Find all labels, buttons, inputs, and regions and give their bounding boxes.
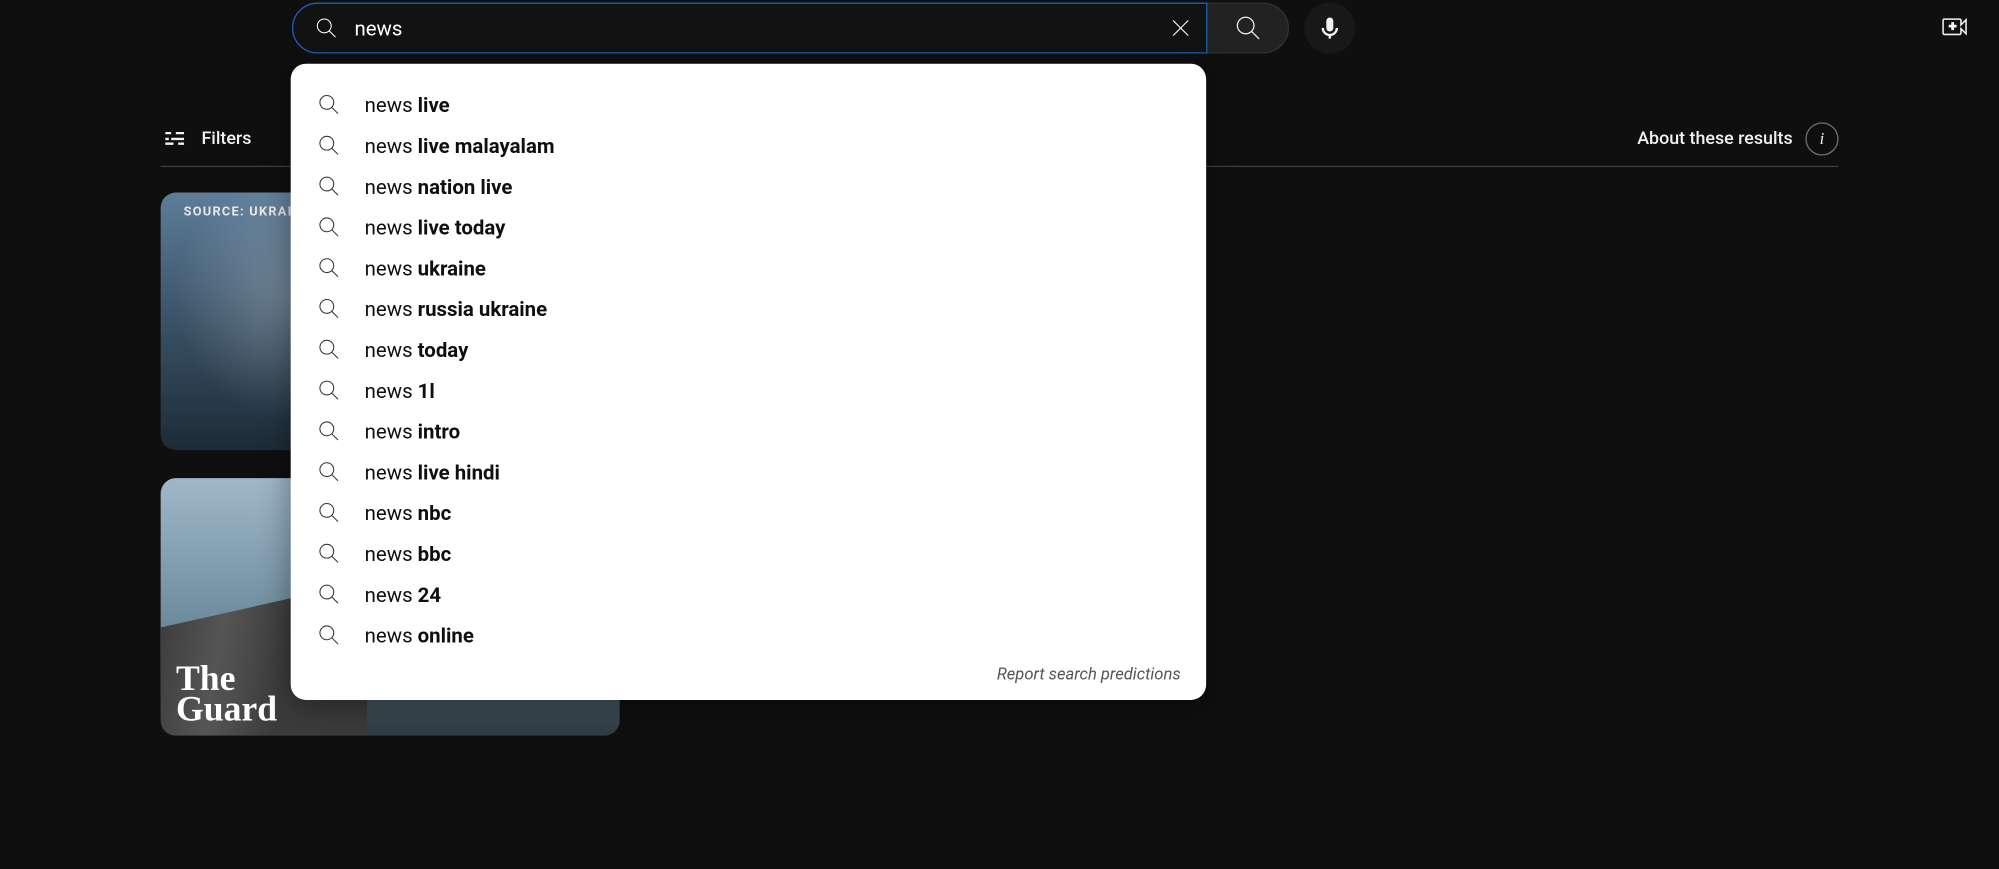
- info-icon: i: [1805, 122, 1838, 155]
- clear-search-button[interactable]: [1155, 3, 1206, 54]
- filters-button[interactable]: Filters: [161, 125, 252, 153]
- search-icon: [1232, 13, 1263, 44]
- channel-logo-text: The Guard: [176, 665, 277, 726]
- search-icon: [316, 459, 342, 485]
- voice-search-button[interactable]: [1304, 3, 1355, 54]
- about-results[interactable]: About these results i: [1637, 122, 1838, 155]
- search-icon: [316, 296, 342, 322]
- search-suggestion[interactable]: news live: [291, 84, 1206, 125]
- search-suggestion[interactable]: news 24: [291, 574, 1206, 615]
- top-bar: [0, 0, 1999, 56]
- search-suggestion[interactable]: news intro: [291, 411, 1206, 452]
- filters-label: Filters: [201, 129, 251, 149]
- search-wrap: [292, 3, 1355, 54]
- microphone-icon: [1316, 14, 1344, 42]
- create-button[interactable]: [1938, 10, 1971, 43]
- close-icon: [1167, 14, 1195, 42]
- search-input[interactable]: [354, 16, 1155, 40]
- search-suggestion[interactable]: news live malayalam: [291, 125, 1206, 166]
- search-icon: [316, 622, 342, 648]
- search-suggestion[interactable]: news online: [291, 615, 1206, 656]
- search-icon: [314, 15, 340, 41]
- search-icon: [316, 214, 342, 240]
- search-icon: [316, 92, 342, 118]
- create-video-icon: [1939, 11, 1970, 42]
- search-suggestion[interactable]: news 1l: [291, 370, 1206, 411]
- search-suggestion[interactable]: news russia ukraine: [291, 288, 1206, 329]
- search-icon: [316, 377, 342, 403]
- search-suggestion[interactable]: news ukraine: [291, 247, 1206, 288]
- search-icon: [316, 255, 342, 281]
- filters-icon: [161, 125, 189, 153]
- search-icon: [316, 133, 342, 159]
- report-predictions-link[interactable]: Report search predictions: [291, 655, 1206, 689]
- search-suggestions-dropdown: news livenews live malayalamnews nation …: [291, 64, 1206, 700]
- search-icon: [316, 581, 342, 607]
- search-suggestion[interactable]: news live hindi: [291, 451, 1206, 492]
- search-box[interactable]: [292, 3, 1207, 54]
- about-results-label: About these results: [1637, 129, 1792, 149]
- thumbnail-overlay-text: SOURCE: UKRAI: [184, 205, 293, 219]
- search-icon: [316, 337, 342, 363]
- search-button[interactable]: [1207, 3, 1289, 54]
- search-suggestion[interactable]: news live today: [291, 207, 1206, 248]
- search-icon: [316, 541, 342, 567]
- search-suggestion[interactable]: news bbc: [291, 533, 1206, 574]
- search-icon: [316, 418, 342, 444]
- search-icon: [316, 173, 342, 199]
- search-suggestion[interactable]: news nbc: [291, 492, 1206, 533]
- search-icon: [316, 500, 342, 526]
- search-suggestion[interactable]: news today: [291, 329, 1206, 370]
- search-suggestion[interactable]: news nation live: [291, 166, 1206, 207]
